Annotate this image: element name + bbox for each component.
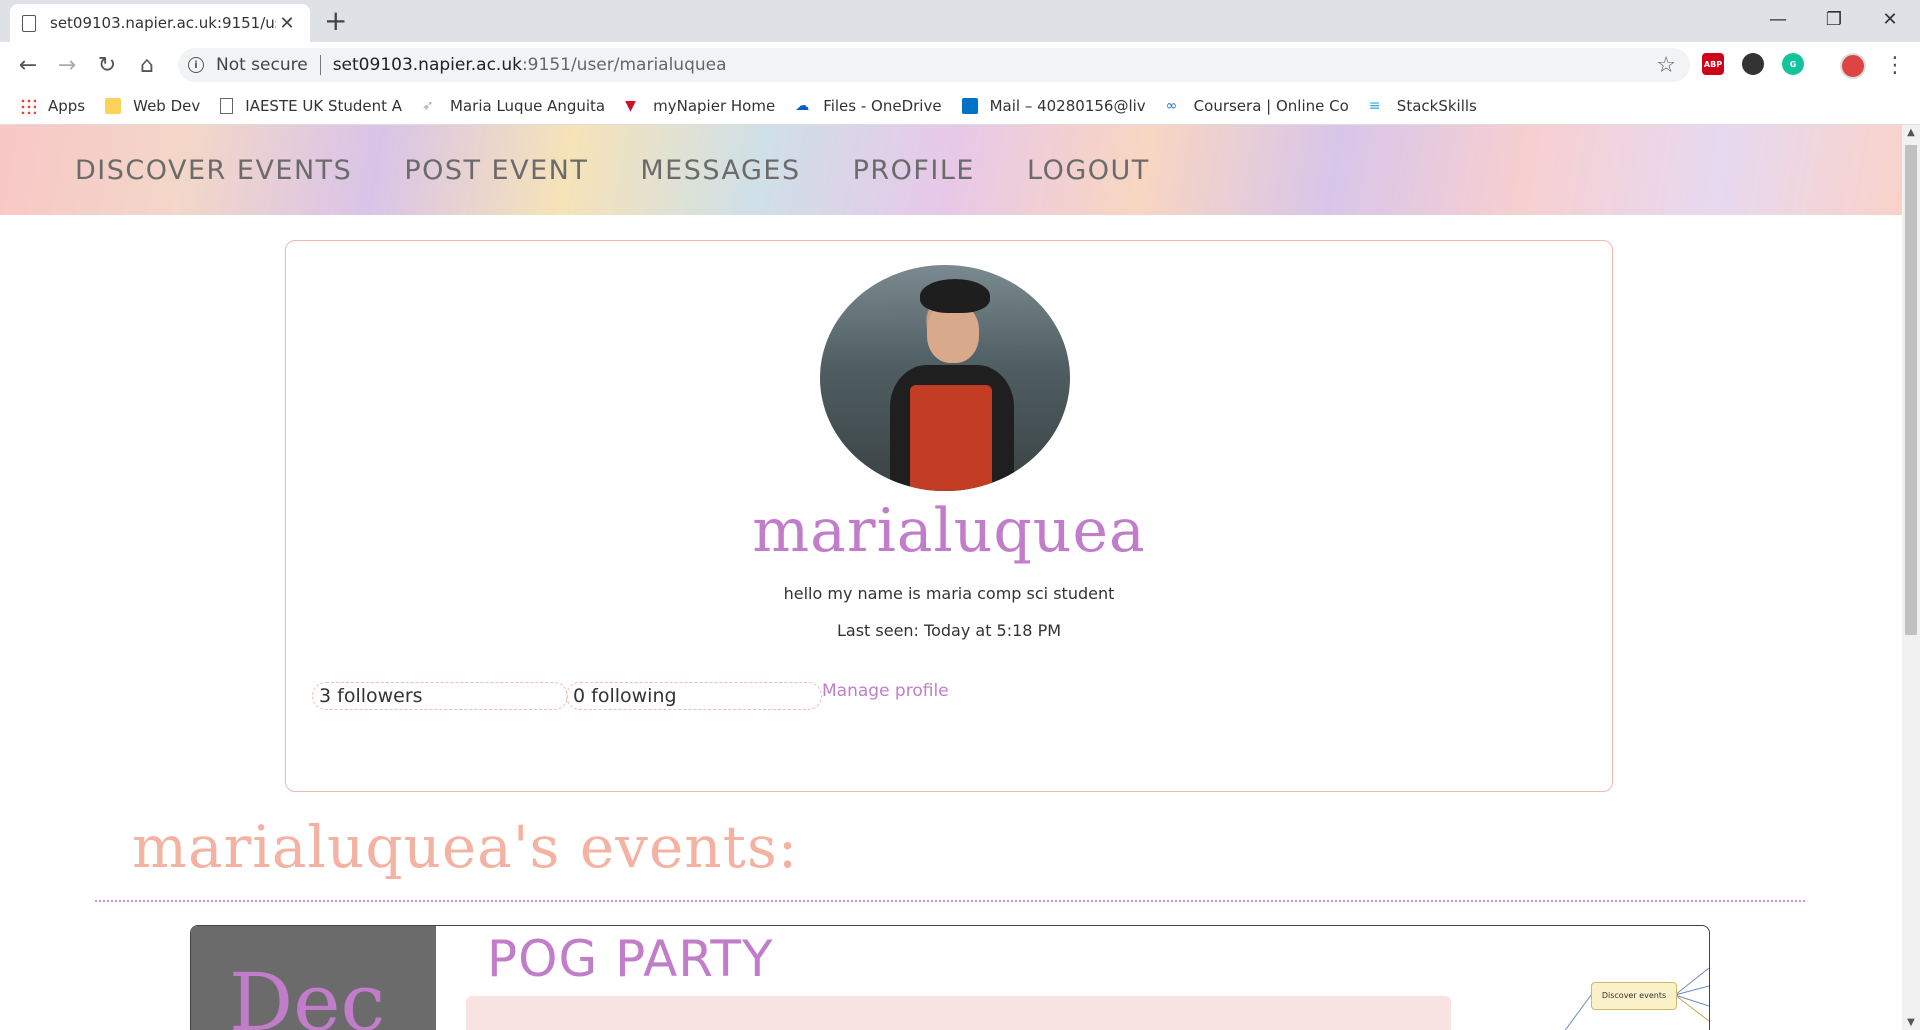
napier-flag-icon: ▼	[625, 98, 636, 114]
coursera-icon: ∞	[1165, 98, 1178, 114]
nav-post-event[interactable]: Post Event	[404, 155, 588, 186]
avatar-hat	[920, 279, 990, 313]
scrollbar-thumb[interactable]	[1905, 145, 1917, 635]
profile-card: marialuquea hello my name is maria comp …	[285, 240, 1613, 792]
bookmark-label: myNapier Home	[653, 97, 776, 115]
event-image-node: Discover events	[1591, 982, 1677, 1010]
grammarly-extension-icon[interactable]: G	[1782, 53, 1804, 75]
bookmark-label: StackSkills	[1396, 97, 1477, 115]
cloud-icon: ☁	[795, 98, 810, 114]
bookmark-label: Mail – 40280156@liv	[989, 97, 1146, 115]
outlook-icon	[961, 98, 978, 114]
reload-icon[interactable]: ↻	[90, 50, 124, 80]
paper-plane-icon: ➶	[422, 98, 434, 114]
apps-grid-icon	[20, 98, 36, 114]
bookmark-stackskills[interactable]: ≡ StackSkills	[1369, 97, 1477, 115]
adblock-extension-icon[interactable]: ABP	[1702, 53, 1724, 75]
bookmark-label: Files - OneDrive	[823, 97, 942, 115]
profile-avatar-icon[interactable]	[1840, 53, 1866, 79]
back-icon[interactable]: ←	[11, 50, 45, 80]
address-separator	[319, 55, 321, 75]
site-nav: Discover Events Post Event Messages Prof…	[0, 125, 1902, 215]
nav-logout[interactable]: Logout	[1027, 155, 1150, 186]
bookmark-iaeste[interactable]: IAESTE UK Student A	[220, 97, 402, 115]
following-button[interactable]: 0 following	[566, 682, 822, 710]
event-description	[466, 996, 1451, 1030]
page-scrollbar[interactable]: ▲ ▼	[1902, 125, 1920, 1030]
page-icon	[220, 98, 234, 114]
extension-icon[interactable]	[1742, 53, 1764, 75]
home-icon[interactable]: ⌂	[130, 50, 164, 80]
address-bar[interactable]: i Not secure set09103.napier.ac.uk :9151…	[178, 48, 1690, 82]
nav-messages[interactable]: Messages	[640, 155, 800, 186]
bookmarks-bar: Apps Web Dev IAESTE UK Student A ➶ Maria …	[0, 88, 1920, 125]
bookmark-web-dev[interactable]: Web Dev	[105, 97, 200, 115]
url-host: set09103.napier.ac.uk	[332, 55, 522, 75]
bookmark-onedrive[interactable]: ☁ Files - OneDrive	[795, 97, 941, 115]
nav-discover-events[interactable]: Discover Events	[75, 155, 352, 186]
profile-bio: hello my name is maria comp sci student	[783, 584, 1115, 603]
close-window-icon[interactable]: ✕	[1862, 0, 1918, 38]
event-title[interactable]: POG PARTY	[487, 930, 774, 988]
url-path: :9151/user/marialuquea	[521, 55, 727, 75]
browser-tab-strip: set09103.napier.ac.uk:9151/user/ ✕ + — ❐…	[0, 0, 1920, 42]
bookmark-mail[interactable]: Mail – 40280156@liv	[961, 97, 1146, 115]
section-divider	[95, 900, 1805, 902]
info-icon[interactable]: i	[188, 57, 204, 73]
bookmark-label: Coursera | Online Co	[1193, 97, 1349, 115]
followers-button[interactable]: 3 followers	[312, 682, 568, 710]
bookmark-apps[interactable]: Apps	[20, 97, 85, 115]
new-tab-icon[interactable]: +	[324, 6, 347, 36]
event-month: Dec	[229, 956, 386, 1030]
scroll-up-icon[interactable]: ▲	[1902, 127, 1920, 138]
manage-profile-link[interactable]: Manage profile	[822, 681, 949, 701]
profile-username: marialuquea	[752, 496, 1146, 566]
nav-profile[interactable]: Profile	[853, 155, 975, 186]
scroll-down-icon[interactable]: ▼	[1902, 1017, 1920, 1028]
browser-menu-icon[interactable]: ⋮	[1878, 50, 1912, 80]
bookmark-label: Apps	[48, 97, 86, 115]
forward-icon[interactable]: →	[50, 50, 84, 80]
event-date-box: Dec	[191, 926, 436, 1030]
bookmark-coursera[interactable]: ∞ Coursera | Online Co	[1166, 97, 1349, 115]
bookmark-star-icon[interactable]: ☆	[1656, 53, 1676, 78]
bookmark-label: IAESTE UK Student A	[245, 97, 403, 115]
avatar	[820, 265, 1070, 491]
events-section-title: marialuquea's events:	[132, 813, 799, 881]
stack-icon: ≡	[1368, 98, 1381, 114]
profile-last-seen: Last seen: Today at 5:18 PM	[836, 621, 1062, 640]
minimize-window-icon[interactable]: —	[1750, 0, 1806, 38]
security-indicator: Not secure	[216, 55, 308, 75]
bookmark-label: Maria Luque Anguita	[450, 97, 606, 115]
tab-title: set09103.napier.ac.uk:9151/user/	[50, 14, 276, 32]
bookmark-mynapier[interactable]: ▼ myNapier Home	[625, 97, 775, 115]
event-card[interactable]: Dec POG PARTY Discover events	[190, 925, 1710, 1030]
browser-tab[interactable]: set09103.napier.ac.uk:9151/user/ ✕	[10, 4, 310, 42]
bookmark-label: Web Dev	[133, 97, 201, 115]
page-favicon-icon	[22, 14, 36, 32]
event-image: Discover events	[1491, 966, 1709, 1030]
page-viewport: Discover Events Post Event Messages Prof…	[0, 125, 1902, 1030]
bookmark-maria-luque[interactable]: ➶ Maria Luque Anguita	[422, 97, 605, 115]
avatar-dress	[910, 385, 992, 491]
close-tab-icon[interactable]: ✕	[276, 13, 298, 34]
restore-window-icon[interactable]: ❐	[1806, 0, 1862, 38]
folder-icon	[105, 98, 122, 114]
